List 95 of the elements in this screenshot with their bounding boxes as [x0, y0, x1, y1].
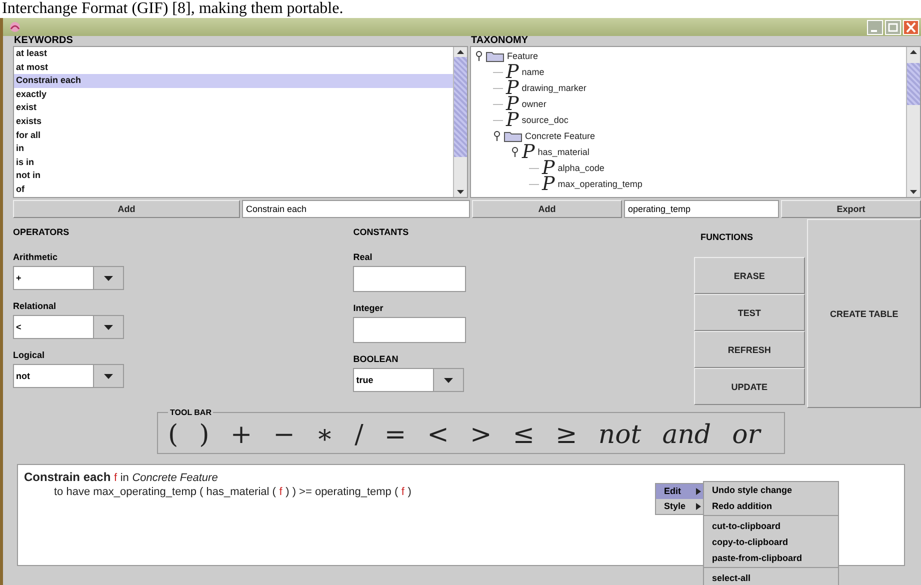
menu-item[interactable]: Style [656, 499, 704, 514]
toolbar-symbol[interactable]: and [662, 420, 712, 450]
property-icon: P [542, 160, 555, 176]
menu-item[interactable]: Edit [656, 484, 704, 499]
code-line: to have max_operating_temp ( has_material ( f ) ) >= operating_temp ( f ) [53, 485, 412, 499]
tree-item[interactable]: max_operating_temp [558, 179, 642, 189]
toolbar-symbol[interactable]: ≥ [556, 420, 578, 450]
toolbar-symbol[interactable]: = [384, 420, 406, 450]
toggle-icon[interactable] [475, 51, 483, 61]
keyword-item[interactable]: not in [14, 169, 453, 183]
function-button[interactable]: REFRESH [694, 331, 806, 368]
menu-item[interactable]: select-all [704, 570, 838, 585]
property-icon: P [506, 80, 519, 96]
code-line: Constrain each f in Concrete Feature [24, 470, 218, 485]
property-icon: P [542, 176, 555, 192]
toolbar-symbol[interactable]: ≤ [512, 420, 535, 450]
close-icon[interactable] [903, 20, 919, 34]
property-icon: P [506, 96, 519, 112]
toolbar-symbol[interactable]: ) [199, 420, 210, 450]
toolbar-title: TOOL BAR [169, 408, 212, 417]
add-taxonomy-button[interactable]: Add [472, 200, 622, 218]
document-text: Interchange Format (GIF) [8], making them portable. [1, 0, 344, 18]
caret-icon [104, 324, 113, 330]
boolean-dropdown[interactable]: true [353, 368, 464, 392]
tree-item[interactable]: Feature [507, 51, 538, 61]
keyword-item[interactable]: of [14, 182, 453, 197]
toolbar-symbol[interactable]: not [598, 420, 642, 450]
toolbar-symbol[interactable]: − [273, 420, 295, 450]
app-icon [9, 21, 21, 33]
tree-item[interactable]: Concrete Feature [525, 131, 596, 141]
toolbar-symbol[interactable]: > [470, 420, 492, 450]
folder-icon [504, 130, 522, 142]
functions-heading: FUNCTIONS [700, 231, 754, 244]
caret-icon [444, 378, 454, 382]
tree-item[interactable]: drawing_marker [522, 83, 586, 93]
function-button[interactable]: TEST [694, 294, 806, 331]
operator-dropdown[interactable]: + [13, 266, 124, 290]
keyword-field[interactable]: Constrain each [242, 200, 470, 218]
property-icon: P [522, 144, 535, 160]
toggle-icon[interactable] [511, 147, 519, 157]
keyword-item[interactable]: Constrain each [14, 74, 453, 88]
menu-item[interactable]: Undo style change [704, 482, 838, 498]
export-button[interactable]: Export [781, 200, 921, 218]
field-label: BOOLEAN [353, 354, 400, 366]
menu-item[interactable]: cut-to-clipboard [704, 518, 838, 534]
toolbar-symbol[interactable]: / [354, 420, 364, 450]
toggle-icon[interactable] [493, 131, 501, 141]
tree-item[interactable]: alpha_code [558, 163, 604, 173]
keyword-item[interactable]: at least [14, 47, 453, 61]
caret-icon [104, 374, 113, 378]
toolbar-symbol[interactable]: or [732, 420, 760, 450]
field-label: Relational [13, 301, 58, 313]
tree-item[interactable]: owner [522, 99, 546, 109]
property-icon: P [506, 64, 519, 80]
submenu-arrow-icon [696, 503, 701, 510]
menu-item[interactable]: Redo addition [704, 498, 838, 514]
constants-heading: CONSTANTS [353, 227, 410, 239]
keyword-item[interactable]: at most [14, 60, 453, 74]
keyword-item[interactable]: exactly [14, 88, 453, 102]
toolbar-symbol[interactable]: ∗ [316, 420, 334, 450]
submenu-arrow-icon [696, 488, 701, 495]
tree-item[interactable]: has_material [538, 147, 590, 157]
field-label: Real [353, 252, 374, 264]
keyword-item[interactable]: for all [14, 128, 453, 142]
toolbar-symbol[interactable]: + [230, 420, 252, 450]
keywords-heading: KEYWORDS [13, 36, 74, 46]
field-label: Logical [13, 350, 46, 362]
function-button[interactable]: ERASE [694, 257, 806, 294]
tree-item[interactable]: name [522, 67, 544, 77]
property-icon: P [506, 112, 519, 128]
create-table-button[interactable]: CREATE TABLE [807, 219, 921, 408]
taxonomy-field[interactable]: operating_temp [624, 200, 779, 218]
keyword-item[interactable]: in [14, 142, 453, 156]
toolbar-symbol[interactable]: < [427, 420, 449, 450]
menu-item[interactable]: paste-from-clipboard [704, 550, 838, 566]
operator-dropdown[interactable]: < [13, 315, 124, 339]
input-field[interactable] [353, 317, 466, 343]
add-keyword-button[interactable]: Add [13, 200, 240, 218]
folder-icon [486, 50, 504, 62]
scrollbar[interactable] [906, 47, 920, 197]
input-field[interactable] [353, 266, 466, 292]
keyword-item[interactable]: exist [14, 101, 453, 115]
field-label: Integer [353, 303, 384, 315]
keyword-item[interactable]: is in [14, 156, 453, 170]
scrollbar[interactable] [453, 47, 467, 197]
operators-heading: OPERATORS [13, 227, 70, 239]
taxonomy-heading: TAXONOMY [470, 36, 530, 46]
toolbar-symbol[interactable]: ( [168, 420, 178, 450]
function-button[interactable]: UPDATE [694, 368, 806, 405]
field-label: Arithmetic [13, 252, 59, 264]
menu-item[interactable]: copy-to-clipboard [704, 534, 838, 550]
keyword-item[interactable]: exists [14, 114, 453, 129]
caret-icon [104, 276, 113, 280]
tree-item[interactable]: source_doc [522, 115, 568, 125]
operator-dropdown[interactable]: not [13, 364, 124, 388]
